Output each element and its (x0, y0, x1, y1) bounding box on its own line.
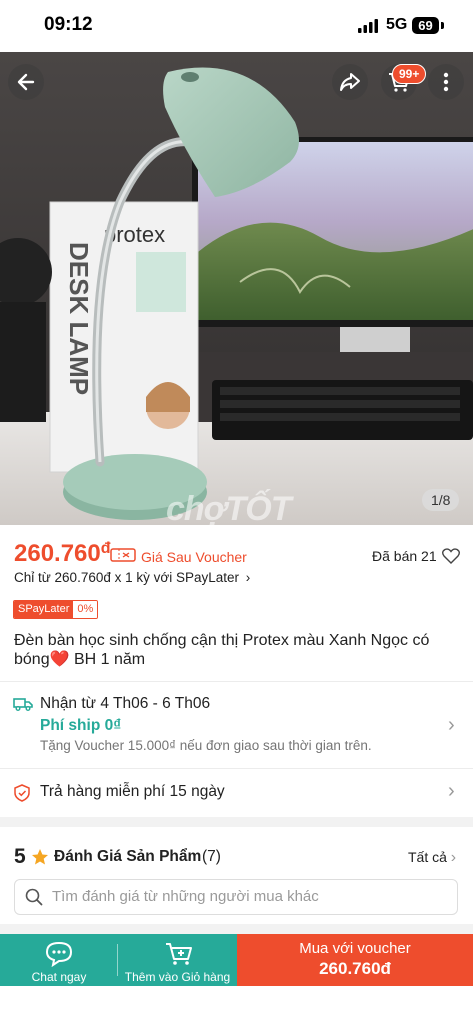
delivery-date: Nhận từ 4 Th06 - 6 Th06 (40, 695, 211, 712)
battery-icon: 69 (412, 17, 439, 34)
installment-text: Chỉ từ 260.760đ x 1 kỳ với SPayLater (14, 570, 240, 585)
network-type: 5G (386, 16, 408, 33)
search-icon (25, 888, 43, 906)
voucher-icon (110, 548, 136, 562)
truck-icon (13, 698, 33, 711)
installment-info[interactable]: Chỉ từ 260.760đ x 1 kỳ với SPayLater › (14, 570, 250, 585)
more-vertical-icon (443, 72, 449, 92)
section-separator (0, 817, 473, 827)
chat-now-button[interactable]: Chat ngay (0, 934, 118, 986)
product-photo: protex DESK LAMP (0, 52, 473, 525)
arrow-left-icon (17, 73, 35, 91)
battery-cap (441, 22, 444, 29)
status-time: 09:12 (44, 14, 93, 35)
shield-icon (14, 784, 30, 802)
chevron-right-icon: › (448, 780, 455, 802)
product-title: Đèn bàn học sinh chống cận thị Protex mà… (14, 632, 430, 668)
share-button[interactable] (332, 64, 368, 100)
product-price: 260.760đ (14, 540, 111, 568)
chat-label: Chat ngay (31, 970, 87, 984)
buy-price: 260.760đ (319, 959, 391, 978)
home-indicator-area (0, 986, 473, 1024)
see-all-reviews-link[interactable]: Tất cả › (408, 849, 456, 867)
button-separator (117, 944, 118, 976)
chevron-right-icon: › (448, 714, 455, 736)
more-options-button[interactable] (428, 64, 464, 100)
voucher-price-label: Giá Sau Voucher (141, 549, 247, 565)
sold-count: Đã bán 21 (372, 548, 437, 564)
section-separator (0, 924, 473, 934)
back-button[interactable] (8, 64, 44, 100)
spaylater-rate: 0% (73, 601, 98, 618)
see-all-label: Tất cả (408, 849, 447, 865)
rating-score: 5 (14, 845, 26, 868)
cart-count-badge: 99+ (392, 64, 427, 84)
return-policy-text: Trả hàng miễn phí 15 ngày (40, 783, 225, 800)
price-value: 260.760 (14, 540, 101, 567)
star-icon (32, 849, 48, 865)
add-to-cart-label: Thêm vào Giỏ hàng (124, 970, 231, 984)
signal-icon (358, 19, 378, 33)
product-image[interactable]: protex DESK LAMP (0, 52, 473, 525)
add-cart-icon (166, 943, 192, 965)
spaylater-label: SPayLater (14, 601, 74, 618)
svg-text:DESK LAMP: DESK LAMP (64, 242, 94, 395)
watermark: chợTỐT (166, 490, 291, 528)
share-icon (340, 73, 360, 91)
add-to-cart-button[interactable]: Thêm vào Giỏ hàng (118, 934, 237, 986)
buy-label: Mua với voucher (299, 940, 411, 957)
heart-icon[interactable] (442, 548, 460, 564)
spaylater-tag: SPayLater 0% (13, 600, 99, 619)
shipping-fee: Phí ship 0₫ (40, 717, 122, 734)
image-counter: 1/8 (422, 489, 460, 511)
search-placeholder: Tìm đánh giá từ những người mua khác (52, 888, 319, 905)
chevron-right-icon: › (245, 570, 251, 585)
chevron-right-icon: › (450, 849, 457, 866)
reviews-count: (7) (202, 848, 221, 865)
chat-icon (45, 941, 73, 967)
reviews-title: Đánh Giá Sản Phẩm (54, 848, 202, 865)
shipping-voucher-note: Tặng Voucher 15.000₫ nếu đơn giao sau th… (40, 738, 372, 753)
